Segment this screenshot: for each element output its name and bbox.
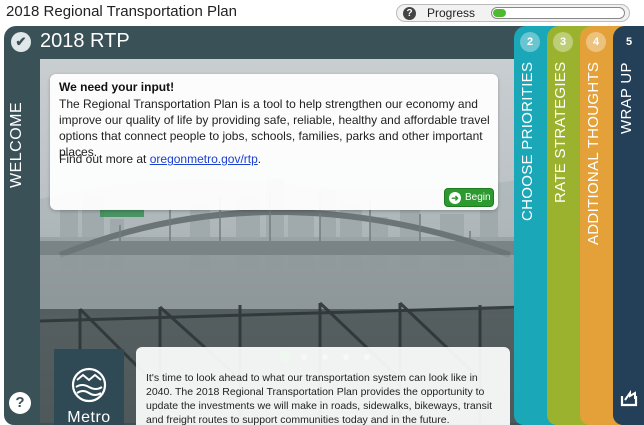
share-icon[interactable] bbox=[619, 388, 639, 408]
panel-title: 2018 RTP bbox=[40, 30, 130, 52]
progress-help-icon[interactable]: ? bbox=[403, 7, 416, 20]
app-title: 2018 Regional Transportation Plan bbox=[6, 3, 237, 20]
progress-bar-fill bbox=[493, 9, 506, 17]
arrow-right-icon: ➜ bbox=[449, 192, 461, 204]
tab-label: CHOOSE PRIORITIES bbox=[519, 62, 536, 222]
welcome-label: WELCOME bbox=[8, 101, 25, 188]
welcome-strip[interactable]: ✔ WELCOME ? bbox=[4, 26, 40, 425]
input-card: We need your input! The Regional Transpo… bbox=[50, 74, 498, 210]
input-heading: We need your input! bbox=[59, 80, 175, 94]
intro-text: It's time to look ahead to what our tran… bbox=[146, 372, 493, 425]
tab-label: WRAP UP bbox=[618, 62, 635, 134]
begin-button[interactable]: ➜ Begin bbox=[444, 188, 494, 207]
metro-logo-mark bbox=[71, 367, 107, 403]
help-icon[interactable]: ? bbox=[9, 392, 31, 414]
progress-label: Progress bbox=[427, 6, 476, 20]
intro-card: It's time to look ahead to what our tran… bbox=[136, 347, 510, 425]
tab-label: ADDITIONAL THOUGHTS bbox=[585, 62, 602, 246]
step-number: 2 bbox=[520, 32, 540, 52]
progress-widget[interactable]: ? Progress bbox=[396, 4, 630, 22]
tab-wrap-up[interactable]: 5 WRAP UP bbox=[613, 26, 644, 425]
step-number: 5 bbox=[625, 36, 633, 48]
top-bar: 2018 Regional Transportation Plan ? Prog… bbox=[0, 0, 644, 26]
metro-logo: Metro bbox=[54, 349, 124, 425]
metro-logo-text: Metro bbox=[67, 409, 111, 425]
input-description: The Regional Transportation Plan is a to… bbox=[59, 97, 490, 159]
find-out-prefix: Find out more at bbox=[59, 152, 150, 166]
check-icon: ✔ bbox=[11, 32, 31, 52]
find-out-more: Find out more at oregonmetro.gov/rtp. bbox=[59, 152, 261, 166]
step-number: 4 bbox=[586, 32, 606, 52]
find-out-suffix: . bbox=[257, 152, 262, 166]
step-number: 3 bbox=[553, 32, 573, 52]
progress-bar bbox=[491, 7, 625, 19]
rtp-link[interactable]: oregonmetro.gov/rtp bbox=[150, 152, 258, 166]
tab-label: RATE STRATEGIES bbox=[552, 62, 569, 204]
begin-button-label: Begin bbox=[465, 192, 491, 203]
